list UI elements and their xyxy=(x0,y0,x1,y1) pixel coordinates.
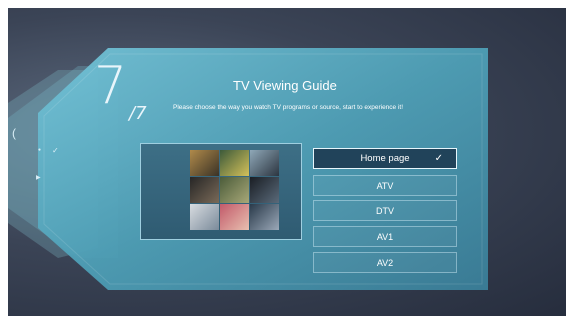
side-arc-icon: ( xyxy=(12,126,16,140)
option-home-page[interactable]: Home page ✓ xyxy=(313,148,457,169)
thumbnail xyxy=(250,204,279,230)
option-dtv[interactable]: DTV xyxy=(313,200,457,221)
thumbnail xyxy=(220,204,249,230)
thumbnail-grid xyxy=(190,150,279,230)
option-av2[interactable]: AV2 xyxy=(313,252,457,273)
thumbnail xyxy=(190,177,219,203)
preview-panel xyxy=(140,143,302,240)
option-label: AV2 xyxy=(376,257,394,268)
option-label: ATV xyxy=(376,180,394,191)
step-current: 7 xyxy=(94,56,127,116)
step-total: /7 xyxy=(129,103,147,124)
thumbnail xyxy=(190,204,219,230)
option-label: AV1 xyxy=(376,231,394,242)
side-check-icon: ✓ xyxy=(52,146,59,155)
side-dot-icon: ● xyxy=(38,147,42,153)
option-atv[interactable]: ATV xyxy=(313,175,457,196)
option-av1[interactable]: AV1 xyxy=(313,226,457,247)
option-label: Home page xyxy=(360,153,410,164)
page-title: TV Viewing Guide xyxy=(233,78,337,93)
guide-description: Please choose the way you watch TV progr… xyxy=(173,104,404,111)
tv-screen: ✓ ● ▶ ( 7 /7 TV Viewing Guide Please cho… xyxy=(8,8,566,316)
thumbnail xyxy=(190,150,219,176)
thumbnail xyxy=(220,177,249,203)
option-label: DTV xyxy=(376,205,394,216)
side-play-icon: ▶ xyxy=(36,175,41,181)
thumbnail xyxy=(250,177,279,203)
check-icon: ✓ xyxy=(434,153,443,164)
thumbnail xyxy=(220,150,249,176)
thumbnail xyxy=(250,150,279,176)
